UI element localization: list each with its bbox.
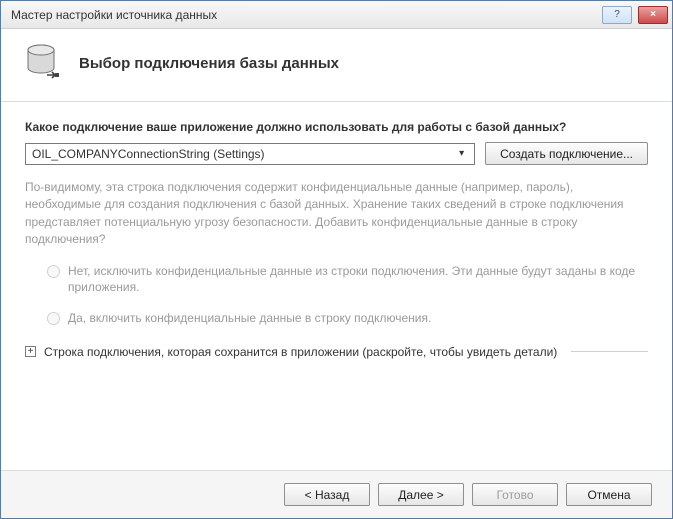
radio-include-input <box>47 312 60 325</box>
new-connection-button[interactable]: Создать подключение... <box>485 142 648 165</box>
close-button[interactable]: × <box>638 6 668 24</box>
wizard-footer: < Назад Далее > Готово Отмена <box>1 470 672 518</box>
plus-icon: + <box>25 346 36 357</box>
next-button[interactable]: Далее > <box>378 483 464 506</box>
connection-combobox[interactable]: OIL_COMPANYConnectionString (Settings) ▾ <box>25 143 475 165</box>
help-button[interactable]: ? <box>602 6 632 24</box>
radio-exclude-sensitive: Нет, исключить конфиденциальные данные и… <box>47 263 648 297</box>
connection-selected-value: OIL_COMPANYConnectionString (Settings) <box>32 147 265 161</box>
divider <box>571 351 648 352</box>
radio-include-sensitive: Да, включить конфиденциальные данные в с… <box>47 310 648 327</box>
window-title: Мастер настройки источника данных <box>11 8 596 22</box>
chevron-down-icon: ▾ <box>453 148 470 159</box>
wizard-content: Какое подключение ваше приложение должно… <box>1 102 672 470</box>
radio-include-label: Да, включить конфиденциальные данные в с… <box>68 310 431 327</box>
connection-row: OIL_COMPANYConnectionString (Settings) ▾… <box>25 142 648 165</box>
wizard-window: Мастер настройки источника данных ? × Вы… <box>0 0 673 519</box>
security-info-text: По-видимому, эта строка подключения соде… <box>25 179 648 249</box>
radio-exclude-label: Нет, исключить конфиденциальные данные и… <box>68 263 648 297</box>
back-button[interactable]: < Назад <box>284 483 370 506</box>
expander-label: Строка подключения, которая сохранится в… <box>44 345 557 359</box>
database-icon <box>25 43 61 83</box>
titlebar: Мастер настройки источника данных ? × <box>1 1 672 29</box>
question-label: Какое подключение ваше приложение должно… <box>25 120 648 134</box>
finish-button: Готово <box>472 483 558 506</box>
radio-exclude-input <box>47 265 60 278</box>
wizard-header: Выбор подключения базы данных <box>1 29 672 102</box>
radio-group: Нет, исключить конфиденциальные данные и… <box>47 263 648 327</box>
cancel-button[interactable]: Отмена <box>566 483 652 506</box>
page-title: Выбор подключения базы данных <box>79 55 339 72</box>
connection-string-expander[interactable]: + Строка подключения, которая сохранится… <box>25 345 648 359</box>
